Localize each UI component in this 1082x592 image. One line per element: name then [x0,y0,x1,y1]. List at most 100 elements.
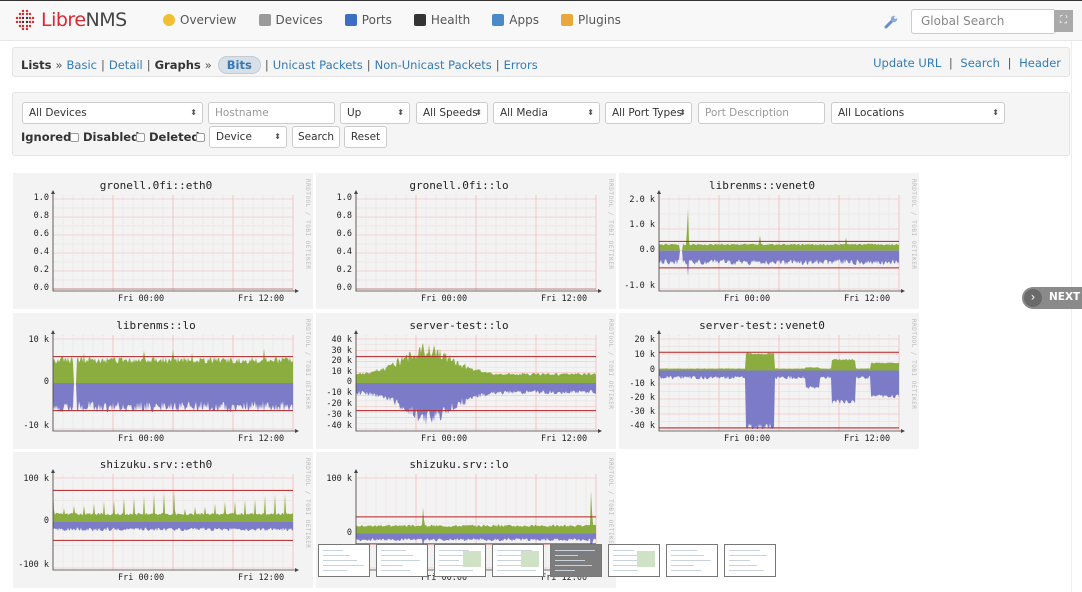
port-description-input[interactable]: Port Description [698,102,825,124]
hostname-input[interactable]: Hostname [208,102,335,124]
page-thumbnail[interactable] [434,544,486,577]
global-search-input[interactable]: Global Search [911,9,1056,34]
y-tick-label: 30 k [331,345,352,356]
port-graph-tile[interactable]: librenms::lo RRDTOOL / TOBI OETIKER 10 k0-… [13,313,313,449]
y-tick-label: 1.0 [336,193,352,203]
x-tick-label: Fri 12:00 [541,294,588,304]
fullscreen-icon[interactable]: ⛶ [1054,10,1073,32]
search-toggle-link[interactable]: Search [960,56,1000,70]
nav-item-health[interactable]: Health [413,13,471,27]
speed-select[interactable]: All Speeds ⬍ [416,102,488,124]
thumbnail-line [323,560,357,561]
page-thumbnail[interactable] [550,544,602,577]
port-graph-tile[interactable]: shizuku.srv::eth0 RRDTOOL / TOBI OETIKER 1… [13,452,313,588]
wrench-icon[interactable] [883,14,899,30]
page-scrollbar[interactable] [1071,41,1082,592]
select-arrows-icon: ⬍ [190,108,197,117]
page-thumbnail[interactable] [666,544,718,577]
y-tick-label: -100 k [18,560,49,570]
non-unicast-packets-link[interactable]: Non-Unicast Packets [375,58,492,72]
graph-canvas [51,469,299,572]
nav-item-overview[interactable]: Overview [163,13,237,27]
ignored-checkbox[interactable] [70,133,79,142]
thumbnail-line [323,565,364,566]
pipe-separator: | [1007,56,1012,70]
y-tick-label: -10 k [326,388,352,398]
next-label: NEXT [1049,291,1081,303]
port-graph-tile[interactable]: gronell.0fi::eth0 RRDTOOL / TOBI OETIKER 1… [13,173,313,309]
page-thumbnail[interactable] [318,544,370,577]
unicast-packets-link[interactable]: Unicast Packets [273,58,363,72]
thumbnail-line [497,570,536,571]
x-tick-label: Fri 12:00 [238,434,285,444]
disabled-checkbox[interactable] [136,133,145,142]
nav-item-ports[interactable]: Ports [344,13,392,27]
x-tick-label: Fri 12:00 [238,294,285,304]
y-tick-label: 10 k [28,335,49,345]
y-tick-label: 10 k [634,349,655,360]
lists-label: Lists [21,58,52,72]
deleted-checkbox[interactable] [196,133,205,142]
x-axis-arrow [295,289,299,293]
window-icon [492,14,505,26]
reset-button[interactable]: Reset [344,126,387,148]
nav-item-label: Overview [180,13,237,27]
x-tick-label: Fri 12:00 [541,434,588,444]
thumbnail-line [439,570,473,571]
librenms-logo-icon [15,9,35,31]
page-thumbnail[interactable] [376,544,428,577]
x-tick-label: Fri 00:00 [421,434,468,444]
bits-link-active[interactable]: Bits [217,56,261,74]
device-select[interactable]: All Devices ⬍ [22,102,203,124]
port-graph-tile[interactable]: server-test::venet0 RRDTOOL / TOBI OETIKE… [619,313,919,449]
nav-item-label: Devices [275,13,323,27]
y-axis-arrow [657,330,661,334]
header-toggle-link[interactable]: Header [1019,56,1061,70]
thumbnail-line [671,560,711,561]
y-tick-label: 2.0 k [629,195,655,205]
port-graph-tile[interactable]: librenms::venet0 RRDTOOL / TOBI OETIKER 2.… [619,173,919,309]
thumbnail-line [555,565,592,566]
server-icon [258,14,271,26]
media-select[interactable]: All Media ⬍ [493,102,600,124]
nav-item-label: Apps [509,13,539,27]
basic-link[interactable]: Basic [67,58,97,72]
y-axis-arrow [51,330,55,334]
state-select[interactable]: Up ⬍ [340,102,410,124]
page-thumbnail[interactable] [608,544,660,577]
graphs-label: Graphs [154,58,201,72]
nav-item-apps[interactable]: Apps [492,13,539,27]
graph-axes [52,191,297,292]
location-select[interactable]: All Locations ⬍ [831,102,1005,124]
port-graph-tile[interactable]: gronell.0fi::lo RRDTOOL / TOBI OETIKER 1.0… [316,173,616,309]
errors-link[interactable]: Errors [504,58,538,72]
chevron-right-icon: › [1024,289,1042,307]
graph-canvas [657,330,905,433]
x-tick-label: Fri 00:00 [724,434,771,444]
y-tick-label: 0.0 [336,283,352,293]
y-tick-label: 40 k [331,335,352,345]
y-tick-label: 0.4 [336,247,352,257]
view-options-bar: Lists » Basic | Detail | Graphs » Bits |… [12,47,1070,77]
nav-item-plugins[interactable]: Plugins [560,13,621,27]
y-axis-arrow [51,469,55,473]
next-button[interactable]: › NEXT [1022,287,1082,309]
x-axis-arrow [901,289,905,293]
update-url-link[interactable]: Update URL [873,56,941,70]
brand-text-nms: NMS [85,9,128,31]
pipe-separator: | [146,58,151,72]
port-graph-tile[interactable]: server-test::lo RRDTOOL / TOBI OETIKER 40 … [316,313,616,449]
page-thumbnail[interactable] [492,544,544,577]
page-thumbnail[interactable] [724,544,776,577]
disabled-label: Disabled [83,130,140,144]
detail-link[interactable]: Detail [109,58,143,72]
lightbulb-icon [163,14,175,26]
brand-logo-link[interactable]: LibreNMS [14,9,127,31]
y-tick-label: 0 [43,516,49,526]
y-tick-label: -40 k [629,421,655,431]
port-type-select[interactable]: All Port Types ⬍ [605,102,692,124]
search-button[interactable]: Search [292,126,340,148]
nav-item-label: Health [430,13,471,27]
nav-item-devices[interactable]: Devices [258,13,323,27]
sort-select[interactable]: Device ⬍ [209,126,287,148]
